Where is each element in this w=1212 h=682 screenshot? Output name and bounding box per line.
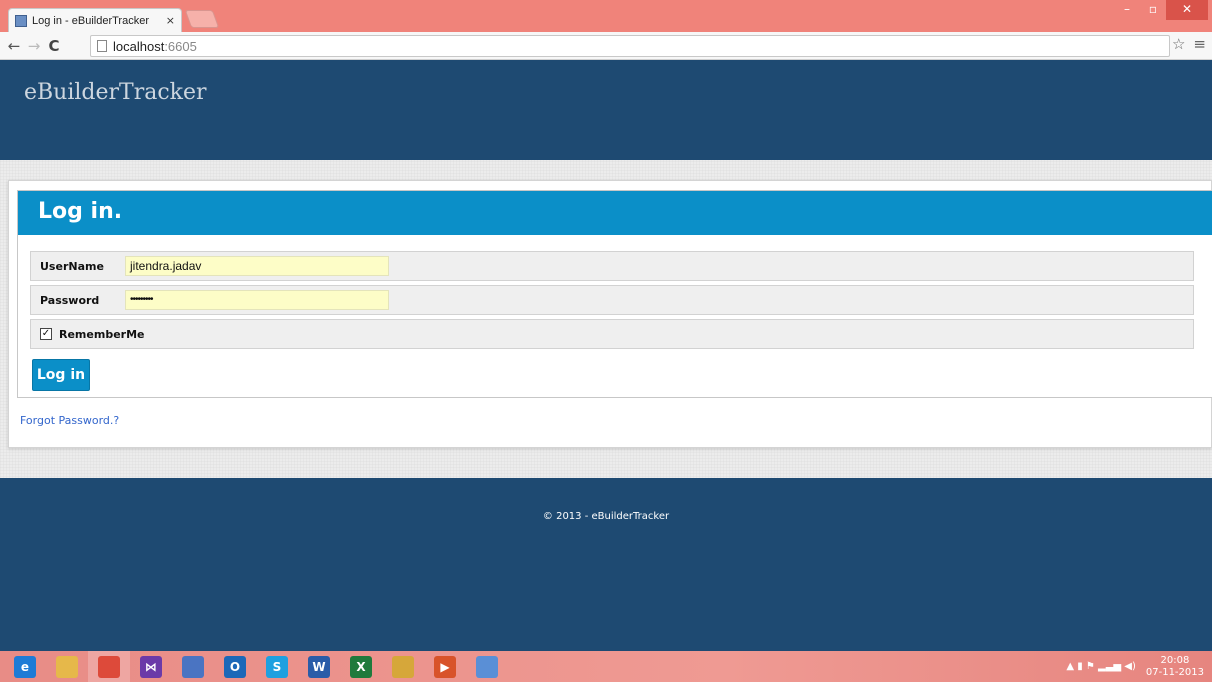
copyright-text: © 2013 - eBuilderTracker xyxy=(542,511,670,522)
tab-title: Log in - eBuilderTracker xyxy=(32,14,149,27)
taskbar-app[interactable] xyxy=(46,651,88,682)
outlook-icon: O xyxy=(224,655,246,678)
snipping-tool-icon xyxy=(392,655,414,678)
tray-icons[interactable]: ▲ ▮ ⚑ ▂▃▅ ◀) xyxy=(1066,661,1136,672)
main-content: Log in. UserName jitendra.jadav Password… xyxy=(8,180,1212,448)
forward-button[interactable]: → xyxy=(24,37,44,55)
minimize-button[interactable]: – xyxy=(1114,0,1140,20)
chrome-icon xyxy=(98,655,120,678)
taskbar-app[interactable]: S xyxy=(256,651,298,682)
url-port: :6605 xyxy=(164,38,197,54)
window-controls: – ▫ ✕ xyxy=(1114,0,1208,20)
paint-icon xyxy=(476,655,498,678)
taskbar-app[interactable]: ▶ xyxy=(424,651,466,682)
taskbar-app[interactable]: O xyxy=(214,651,256,682)
remember-label[interactable]: RememberMe xyxy=(59,328,144,341)
remember-row: ✓ RememberMe xyxy=(30,319,1194,349)
windows-taskbar: e ⋈ O S W X ▶ ▲ ▮ ⚑ ▂▃▅ ◀) 20:08 07-11-2013 xyxy=(0,651,1212,682)
site-footer: © 2013 - eBuilderTracker xyxy=(0,478,1212,651)
new-tab-button[interactable] xyxy=(184,10,220,28)
page-favicon-icon xyxy=(15,14,27,27)
login-title: Log in. xyxy=(38,199,123,224)
browser-tab[interactable]: Log in - eBuilderTracker × xyxy=(8,8,182,32)
taskbar-app[interactable] xyxy=(466,651,508,682)
login-panel: Log in. UserName jitendra.jadav Password… xyxy=(17,190,1212,398)
password-row: Password ••••••••• xyxy=(30,285,1194,315)
taskbar-app[interactable] xyxy=(88,651,130,682)
taskbar-app[interactable]: ⋈ xyxy=(130,651,172,682)
username-row: UserName jitendra.jadav xyxy=(30,251,1194,281)
forgot-password-link[interactable]: Forgot Password.? xyxy=(20,414,119,427)
visual-studio-icon: ⋈ xyxy=(140,655,162,678)
site-title[interactable]: eBuilderTracker xyxy=(24,80,207,105)
taskbar-apps: e ⋈ O S W X ▶ xyxy=(4,651,508,682)
toolbar-actions: ☆ ≡ xyxy=(1172,35,1206,53)
taskbar-app[interactable] xyxy=(172,651,214,682)
maximize-button[interactable]: ▫ xyxy=(1140,0,1166,20)
password-label: Password xyxy=(40,294,100,307)
internet-explorer-icon: e xyxy=(14,655,36,678)
back-button[interactable]: ← xyxy=(4,37,24,55)
web-page: eBuilderTracker Log in. UserName jitendr… xyxy=(0,60,1212,651)
bookmark-star-icon[interactable]: ☆ xyxy=(1172,35,1185,53)
taskbar-app[interactable] xyxy=(382,651,424,682)
username-input[interactable]: jitendra.jadav xyxy=(125,256,389,276)
password-input[interactable]: ••••••••• xyxy=(125,290,389,310)
notepad-icon xyxy=(182,655,204,678)
excel-icon: X xyxy=(350,655,372,678)
address-bar[interactable]: localhost:6605 xyxy=(90,35,1170,57)
close-window-button[interactable]: ✕ xyxy=(1166,0,1208,20)
taskbar-app[interactable]: e xyxy=(4,651,46,682)
reload-button[interactable]: C xyxy=(44,37,64,55)
taskbar-app[interactable]: W xyxy=(298,651,340,682)
browser-title-bar: Log in - eBuilderTracker × – ▫ ✕ xyxy=(0,0,1212,32)
browser-toolbar: ← → C localhost:6605 ☆ ≡ xyxy=(0,32,1212,60)
media-player-icon: ▶ xyxy=(434,655,456,678)
system-tray: ▲ ▮ ⚑ ▂▃▅ ◀) 20:08 07-11-2013 xyxy=(1066,651,1204,682)
username-label: UserName xyxy=(40,260,104,273)
word-icon: W xyxy=(308,655,330,678)
login-button[interactable]: Log in xyxy=(32,359,90,391)
login-header: Log in. xyxy=(18,191,1212,235)
clock[interactable]: 20:08 07-11-2013 xyxy=(1146,655,1204,679)
tab-close-icon[interactable]: × xyxy=(166,14,175,27)
file-explorer-icon xyxy=(56,655,78,678)
clock-time: 20:08 xyxy=(1160,654,1190,666)
menu-icon[interactable]: ≡ xyxy=(1193,35,1206,53)
url-host: localhost xyxy=(113,38,165,54)
site-header: eBuilderTracker xyxy=(0,60,1212,160)
skype-icon: S xyxy=(266,655,288,678)
page-icon xyxy=(97,40,107,52)
taskbar-app[interactable]: X xyxy=(340,651,382,682)
clock-date: 07-11-2013 xyxy=(1145,666,1204,678)
url-text: localhost:6605 xyxy=(113,39,197,54)
remember-checkbox[interactable]: ✓ xyxy=(40,328,52,340)
